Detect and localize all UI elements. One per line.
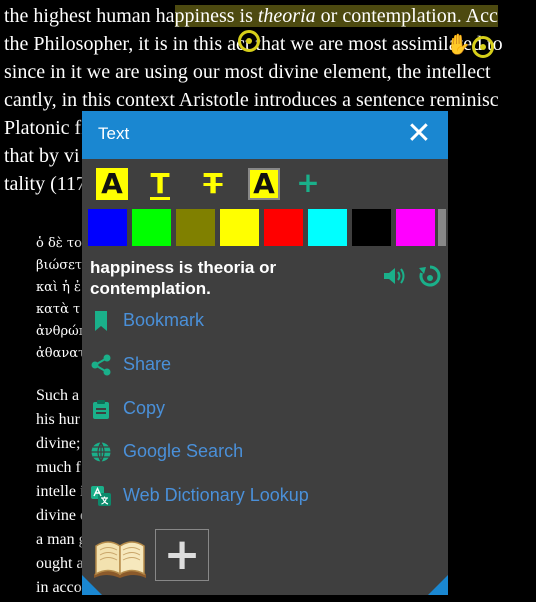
highlighted-text[interactable]: ppiness is theoria or contemplation. Acc [174, 5, 498, 27]
selection-start-handle[interactable] [238, 30, 260, 52]
share-icon [91, 354, 111, 376]
text-line: cantly, in this context Aristotle introd… [4, 89, 499, 111]
bookmark-icon [95, 311, 107, 331]
web-dictionary-menu-item[interactable]: Web Dictionary Lookup [90, 479, 430, 515]
color-swatch-blue[interactable] [88, 209, 127, 246]
color-swatch-red[interactable] [264, 209, 303, 246]
strikethrough-style-button[interactable]: T [197, 168, 229, 200]
color-swatch-yellow[interactable] [220, 209, 259, 246]
color-swatch-olive[interactable] [176, 209, 215, 246]
speaker-icon[interactable] [382, 266, 406, 286]
menu-label: Share [123, 354, 172, 374]
text-selection-popup: Text ✕ A T T A + happiness is theoria or… [82, 111, 448, 595]
hand-cursor-icon: ✋ [446, 32, 471, 56]
translate-icon [91, 486, 111, 506]
color-palette [88, 209, 446, 246]
popup-title: Text [98, 124, 130, 143]
copy-menu-item[interactable]: Copy [90, 392, 430, 428]
text-line: tality (117 [4, 173, 87, 195]
selected-text: happiness is theoria or contemplation. [90, 258, 277, 298]
close-icon[interactable]: ✕ [404, 119, 434, 149]
menu-label: Web Dictionary Lookup [123, 485, 309, 505]
box-style-button[interactable]: A [248, 168, 280, 200]
color-swatch-green[interactable] [132, 209, 171, 246]
popup-header: Text ✕ [82, 111, 448, 159]
bookmark-menu-item[interactable]: Bookmark [90, 304, 430, 340]
color-swatch-black[interactable] [352, 209, 391, 246]
resize-handle-left[interactable] [82, 575, 102, 595]
add-dictionary-button[interactable]: + [155, 529, 209, 581]
underline-style-button[interactable]: T [144, 168, 176, 200]
menu-label: Bookmark [123, 310, 205, 330]
menu-label: Copy [123, 398, 166, 418]
share-menu-item[interactable]: Share [90, 348, 430, 384]
highlight-style-button[interactable]: A [96, 168, 128, 200]
menu-label: Google Search [123, 441, 244, 461]
text-line: the highest human happiness is theoria o… [4, 5, 498, 27]
add-style-button[interactable]: + [294, 168, 322, 200]
google-search-menu-item[interactable]: Google Search [90, 435, 430, 471]
selection-end-handle[interactable] [472, 36, 494, 58]
resize-handle-right[interactable] [428, 575, 448, 595]
text-line: since in it we are using our most divine… [4, 61, 491, 83]
repeat-icon[interactable] [418, 264, 442, 288]
clipboard-icon [93, 400, 109, 419]
globe-icon [91, 442, 111, 462]
color-swatch-magenta[interactable] [396, 209, 435, 246]
palette-scroll-edge[interactable] [438, 209, 446, 246]
color-swatch-cyan[interactable] [308, 209, 347, 246]
